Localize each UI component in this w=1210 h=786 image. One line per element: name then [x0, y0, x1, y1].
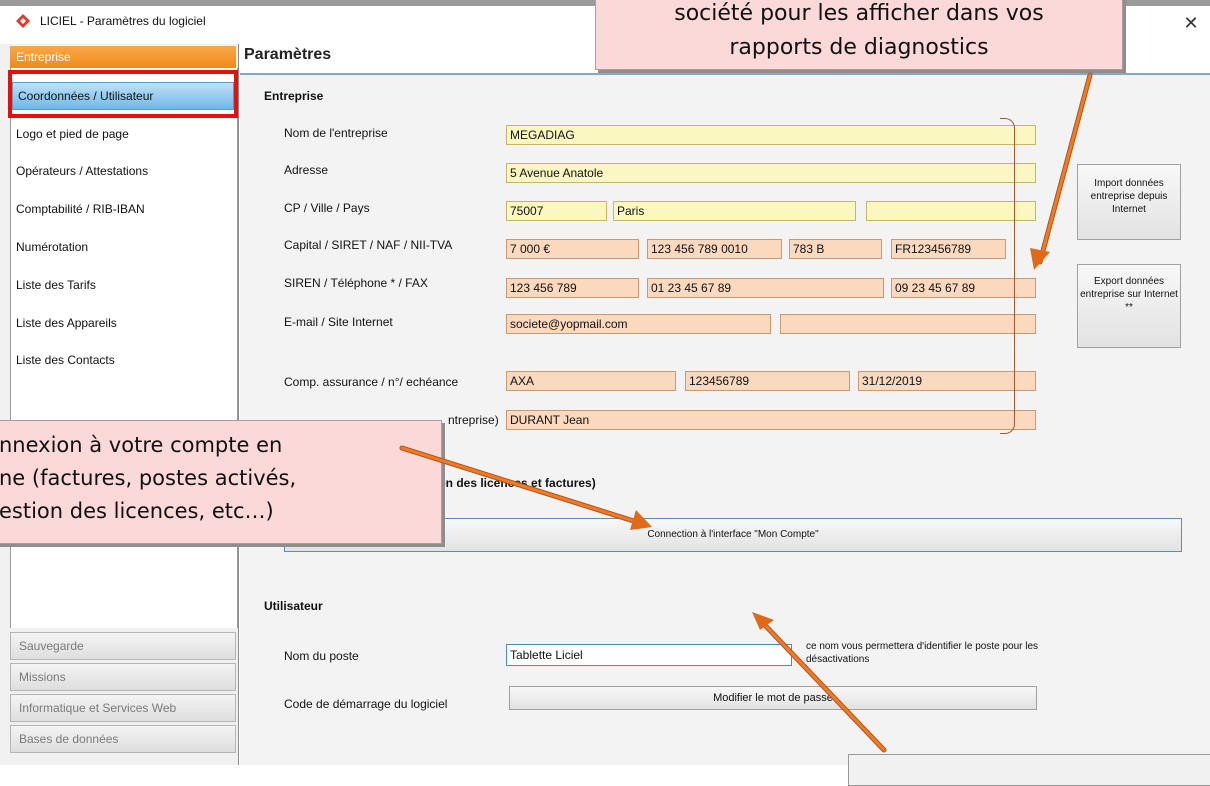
annotation-arrows	[399, 72, 1093, 753]
arrow-bottom-head	[752, 612, 774, 630]
arrow-top-head	[1030, 248, 1050, 270]
arrow-left-head	[630, 510, 652, 530]
